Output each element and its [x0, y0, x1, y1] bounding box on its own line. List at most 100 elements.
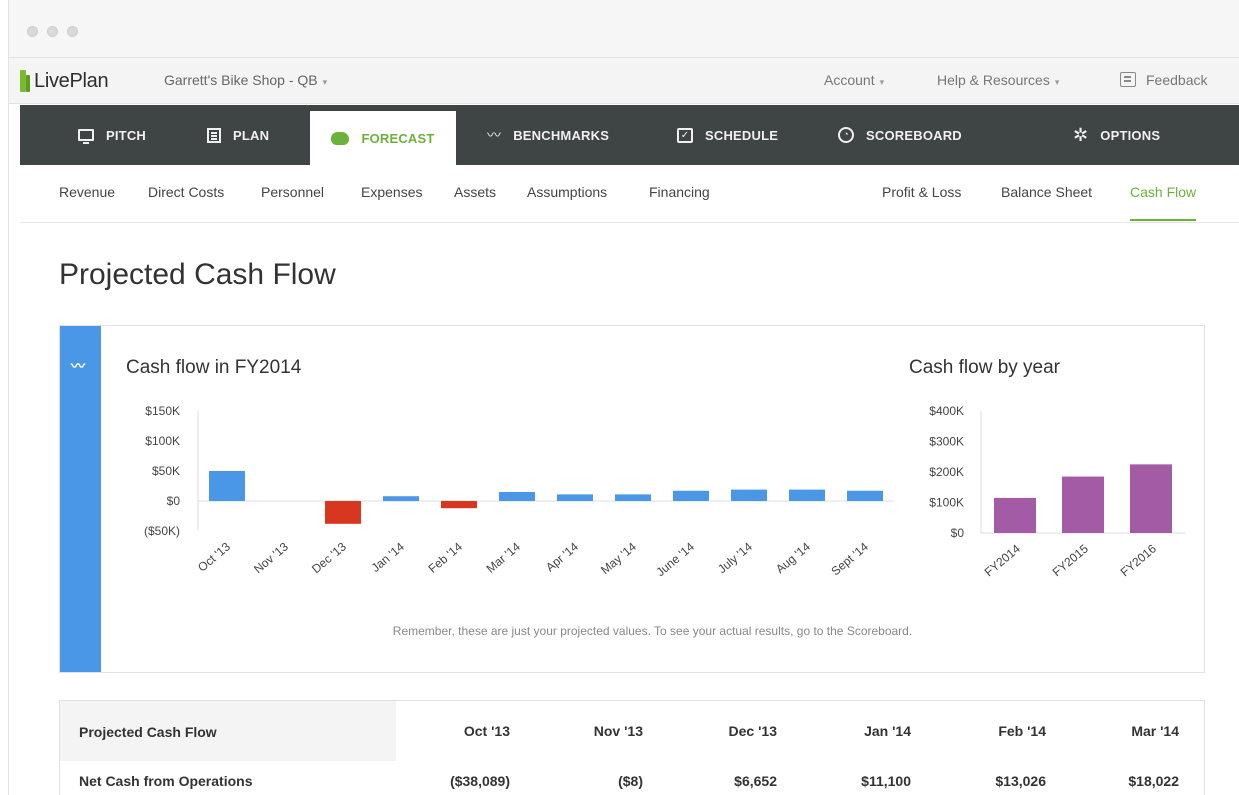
- subnav-revenue[interactable]: Revenue: [59, 184, 115, 200]
- nav-pitch[interactable]: PITCH: [78, 105, 146, 165]
- bar: [615, 494, 651, 501]
- nav-plan-label: PLAN: [233, 127, 270, 143]
- table-cell: $18,022: [1128, 773, 1179, 789]
- document-icon: [207, 127, 221, 143]
- app-header: LivePlan Garrett's Bike Shop - QB ▾ Accou…: [9, 58, 1239, 104]
- bar: [673, 490, 709, 501]
- nav-scoreboard-label: SCOREBOARD: [866, 127, 962, 143]
- bar: [1062, 476, 1104, 533]
- gear-icon: ✲: [1073, 124, 1089, 145]
- window-minimize-button[interactable]: [47, 26, 58, 37]
- nav-plan[interactable]: PLAN: [207, 105, 269, 165]
- table-cell: $11,100: [861, 773, 911, 789]
- checkbox-icon: ✓: [677, 127, 693, 143]
- liveplan-logo[interactable]: LivePlan: [20, 67, 109, 95]
- projected-cash-flow-table: Projected Cash Flow Oct '13 Nov '13 Dec …: [59, 700, 1205, 795]
- bar: [325, 501, 361, 524]
- x-tick-label: Sept '14: [828, 539, 871, 578]
- x-tick-label: FY2016: [1118, 541, 1159, 579]
- forecast-subnav: Revenue Direct Costs Personnel Expenses …: [20, 165, 1239, 223]
- cash-flow-charts: $150K $100K $50K $0 ($50K) Oct '13 Nov '13 Dec …: [144, 404, 1185, 579]
- nav-pitch-label: PITCH: [106, 127, 146, 143]
- chevron-down-icon: ▾: [1054, 77, 1060, 87]
- nav-scoreboard[interactable]: ◔ SCOREBOARD: [838, 105, 962, 165]
- table-column-header: Oct '13: [463, 723, 510, 739]
- bar: [557, 494, 593, 501]
- table-cell: $6,652: [734, 773, 777, 789]
- table-cell: ($38,089): [450, 773, 510, 789]
- subnav-balance-sheet[interactable]: Balance Sheet: [1001, 184, 1092, 200]
- bar: [847, 490, 883, 501]
- table-column-header: Jan '14: [864, 723, 911, 739]
- x-tick-label: Feb '14: [426, 539, 466, 575]
- nav-benchmarks-label: BENCHMARKS: [513, 127, 610, 143]
- table-row-label: Net Cash from Operations: [79, 773, 253, 789]
- gauge-icon: ◔: [838, 127, 854, 143]
- logo-text: LivePlan: [34, 69, 109, 92]
- x-tick-label: May '14: [598, 539, 639, 577]
- nav-schedule[interactable]: ✓ SCHEDULE: [677, 105, 778, 165]
- projection-disclaimer: Remember, these are just your projected …: [392, 624, 913, 638]
- account-menu[interactable]: Account ▾: [824, 72, 884, 88]
- table-column-header: Feb '14: [998, 723, 1046, 739]
- table-column-header: Dec '13: [728, 723, 777, 739]
- window-zoom-button[interactable]: [67, 26, 78, 37]
- bar: [731, 489, 767, 501]
- trend-line-icon: 〰: [487, 127, 502, 143]
- window-close-button[interactable]: [27, 26, 38, 37]
- nav-options[interactable]: ✲ OPTIONS: [1073, 105, 1160, 165]
- chevron-down-icon: ▾: [879, 77, 885, 87]
- nav-benchmarks[interactable]: 〰 BENCHMARKS: [487, 105, 609, 165]
- browser-window: LivePlan Garrett's Bike Shop - QB ▾ Accou…: [8, 0, 1239, 795]
- feedback-icon: [1120, 72, 1136, 87]
- x-tick-label: FY2015: [1050, 541, 1091, 579]
- window-titlebar: [9, 0, 1239, 58]
- x-tick-label: July '14: [715, 539, 755, 576]
- y-tick-label: $50K: [152, 464, 180, 478]
- subnav-expenses[interactable]: Expenses: [361, 184, 422, 200]
- bar: [499, 492, 535, 501]
- bar: [441, 501, 477, 509]
- subnav-financing[interactable]: Financing: [649, 184, 710, 200]
- subnav-assumptions[interactable]: Assumptions: [527, 184, 607, 200]
- feedback-link[interactable]: Feedback: [1120, 72, 1207, 88]
- y-tick-label: ($50K): [144, 524, 180, 538]
- y-tick-label: $100K: [145, 434, 180, 448]
- y-tick-label: $400K: [929, 404, 964, 418]
- y-tick-label: $0: [167, 494, 181, 508]
- piggy-bank-icon: [331, 131, 350, 145]
- nav-forecast[interactable]: FORECAST: [310, 111, 456, 165]
- y-tick-label: $200K: [929, 465, 964, 479]
- subnav-cash-flow[interactable]: Cash Flow: [1130, 184, 1197, 221]
- x-tick-label: Apr '14: [543, 539, 581, 574]
- bar: [789, 489, 825, 501]
- y-tick-label: $150K: [145, 404, 180, 418]
- bar: [1130, 464, 1172, 533]
- bar: [994, 497, 1036, 533]
- main-nav: PITCH PLAN FORECAST 〰 BENCHMARKS ✓ SCHEDUL…: [20, 105, 1239, 165]
- subnav-profit-loss[interactable]: Profit & Loss: [882, 184, 961, 200]
- feedback-label: Feedback: [1146, 72, 1208, 88]
- cash-flow-chart-card: 〰 Cash flow in FY2014 Cash flow by year …: [59, 325, 1205, 673]
- chevron-down-icon: ▾: [322, 77, 328, 87]
- subnav-personnel[interactable]: Personnel: [261, 184, 324, 200]
- bar: [383, 496, 419, 501]
- table-column-header: Nov '13: [593, 723, 643, 739]
- x-tick-label: June '14: [653, 539, 697, 579]
- company-selector[interactable]: Garrett's Bike Shop - QB ▾: [164, 72, 327, 88]
- nav-forecast-label: FORECAST: [361, 130, 435, 146]
- x-tick-label: Dec '13: [309, 539, 349, 576]
- table-cell: ($8): [618, 773, 643, 789]
- help-resources-menu[interactable]: Help & Resources ▾: [937, 72, 1059, 88]
- x-tick-label: Mar '14: [484, 539, 524, 575]
- y-tick-label: $0: [951, 526, 965, 540]
- x-tick-label: Aug '14: [773, 539, 813, 576]
- company-name: Garrett's Bike Shop - QB: [164, 72, 318, 88]
- table-cell: $13,026: [995, 773, 1046, 789]
- x-tick-label: FY2014: [982, 541, 1023, 579]
- subnav-assets[interactable]: Assets: [454, 184, 496, 200]
- subnav-direct-costs[interactable]: Direct Costs: [148, 184, 224, 200]
- table-header-label: Projected Cash Flow: [79, 724, 217, 740]
- nav-schedule-label: SCHEDULE: [705, 127, 779, 143]
- page-title: Projected Cash Flow: [59, 258, 336, 291]
